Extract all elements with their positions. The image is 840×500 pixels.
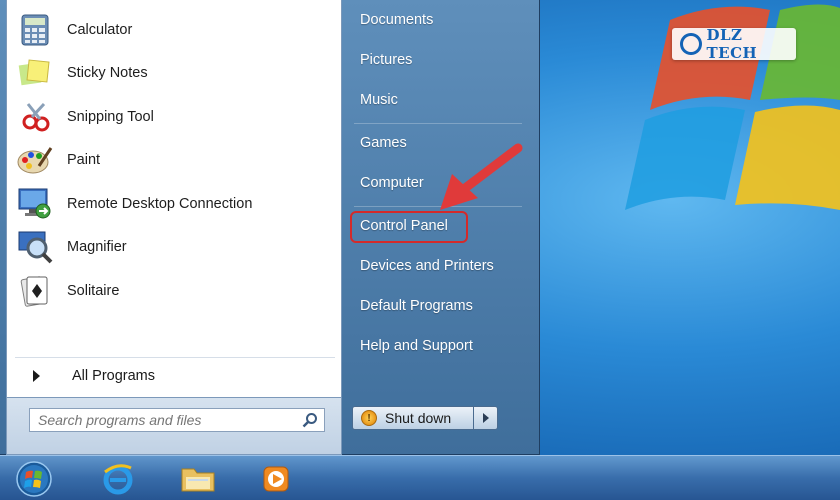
sticky-notes-icon [15, 53, 55, 93]
places-item-documents[interactable]: Documents [352, 6, 522, 34]
places-item-devices-printers[interactable]: Devices and Printers [352, 252, 522, 280]
pointer-arrow-annotation [440, 143, 523, 210]
arrow-right-icon [482, 413, 489, 423]
media-player-icon [263, 466, 289, 492]
program-item-snipping-tool[interactable]: Snipping Tool [15, 97, 335, 137]
magnifier-icon [15, 227, 55, 267]
snipping-tool-icon [15, 97, 55, 137]
program-item-remote-desktop[interactable]: Remote Desktop Connection [15, 184, 335, 224]
shutdown-options-button[interactable] [474, 406, 498, 430]
search-input[interactable] [38, 412, 293, 428]
watermark-logo: DLZ TECH [672, 26, 796, 62]
internet-explorer-icon [103, 464, 133, 495]
places-item-default-programs[interactable]: Default Programs [352, 292, 522, 320]
program-item-paint[interactable]: Paint [15, 140, 335, 180]
separator [354, 123, 522, 124]
places-item-pictures[interactable]: Pictures [352, 46, 522, 74]
program-label: Sticky Notes [67, 65, 148, 81]
search-icon[interactable] [302, 412, 318, 428]
separator [15, 357, 335, 358]
remote-desktop-icon [15, 184, 55, 224]
all-programs-button[interactable]: All Programs [23, 364, 155, 388]
program-label: Calculator [67, 22, 133, 38]
watermark-text: DLZ TECH [706, 26, 758, 62]
shutdown-button[interactable]: ! Shut down [352, 406, 474, 430]
calculator-icon [15, 10, 55, 50]
programs-pane: Calculator Sticky Notes Snipping Tool Pa… [6, 0, 342, 398]
taskbar-media-player[interactable] [250, 460, 302, 498]
arrow-right-icon [33, 370, 40, 382]
shutdown-label: Shut down [385, 410, 452, 426]
places-item-music[interactable]: Music [352, 86, 522, 114]
program-item-calculator[interactable]: Calculator [15, 10, 335, 50]
start-orb-icon[interactable] [12, 460, 56, 498]
taskbar [0, 455, 840, 500]
program-label: Solitaire [67, 283, 120, 299]
all-programs-label: All Programs [72, 368, 155, 384]
taskbar-file-explorer[interactable] [172, 460, 224, 498]
search-box[interactable] [29, 408, 325, 432]
program-label: Remote Desktop Connection [67, 196, 253, 212]
program-label: Snipping Tool [67, 109, 154, 125]
taskbar-internet-explorer[interactable] [92, 460, 144, 498]
program-item-magnifier[interactable]: Magnifier [15, 227, 335, 267]
places-item-help-support[interactable]: Help and Support [352, 332, 522, 360]
program-item-sticky-notes[interactable]: Sticky Notes [15, 53, 335, 93]
shutdown-group: ! Shut down [352, 406, 498, 430]
file-explorer-icon [181, 468, 215, 492]
program-label: Magnifier [67, 239, 127, 255]
program-label: Paint [67, 152, 101, 168]
program-item-solitaire[interactable]: Solitaire [15, 271, 335, 311]
warning-shield-icon: ! [361, 410, 377, 426]
solitaire-icon [15, 271, 55, 311]
search-area [6, 398, 342, 455]
watermark-emblem-icon [680, 33, 702, 55]
paint-icon [15, 140, 55, 180]
